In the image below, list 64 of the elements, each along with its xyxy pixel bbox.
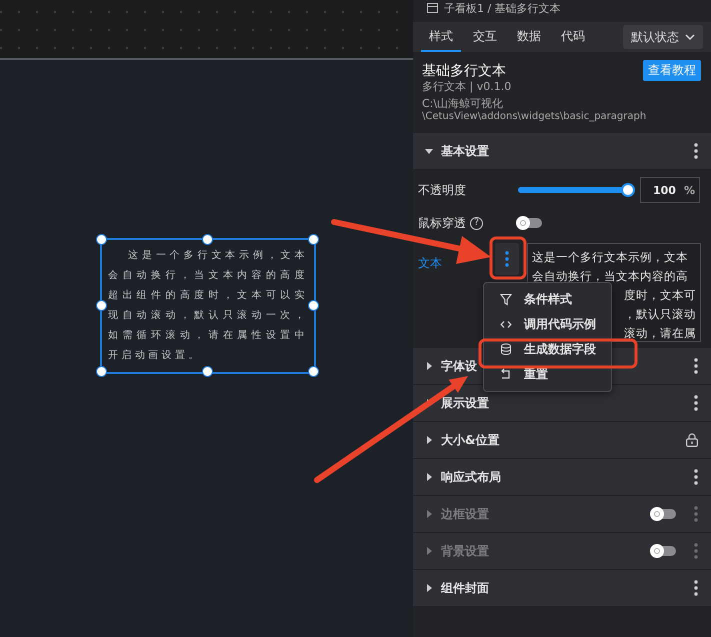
section-title: 边框设置 — [441, 506, 489, 522]
text-line: 会自动换行，当文本内容的高 — [532, 269, 688, 283]
resize-handle[interactable] — [96, 366, 106, 376]
section-title: 大小&位置 — [441, 432, 500, 448]
resize-handle[interactable] — [308, 366, 318, 376]
lock-icon — [686, 433, 698, 447]
tab[interactable]: 代码 — [553, 22, 593, 52]
section-title: 字体设 — [441, 358, 477, 374]
more-icon[interactable] — [694, 580, 698, 596]
resize-handle[interactable] — [308, 234, 318, 244]
tab[interactable]: 样式 — [421, 22, 461, 52]
highlight-frame — [490, 236, 526, 280]
component-path: C:\山海鲸可视化 — [422, 97, 504, 111]
more-icon[interactable] — [694, 143, 698, 159]
caret-down-icon[interactable] — [425, 147, 433, 155]
paragraph-text: 这是一个多行文本示例，文本会自动换行，当文本内容的高度超出组件的高度时，文本可以实现自动滚动，默认只滚动一次，如需循环滚动，请在属性设置中开启动画设置。 — [108, 248, 308, 363]
section-title: 展示设置 — [441, 394, 489, 412]
component-version: 多行文本 | v0.1.0 — [422, 80, 512, 94]
component-path: \CetusView\addons\widgets\basic_paragraph — [422, 111, 648, 123]
input-value: 100 — [653, 184, 676, 196]
component-name: 基础多行文本 — [422, 62, 506, 80]
caret-right-icon[interactable] — [425, 584, 433, 592]
caret-right-icon[interactable] — [425, 362, 433, 370]
field-label: 鼠标穿透 — [418, 214, 466, 232]
chevron-down-icon — [685, 34, 695, 40]
help-icon[interactable]: ? — [470, 216, 483, 230]
tab[interactable]: 交互 — [465, 22, 505, 52]
caret-right-icon[interactable] — [425, 473, 433, 481]
more-button[interactable] — [495, 243, 519, 275]
more-icon[interactable] — [694, 358, 698, 374]
slider-thumb[interactable] — [621, 183, 635, 197]
breadcrumb: 子看板1 / 基础多行文本 — [444, 0, 561, 16]
state-dropdown[interactable]: 默认状态 — [623, 25, 703, 49]
resize-handle[interactable] — [308, 300, 318, 310]
unit-label: % — [684, 184, 695, 196]
text-line: 度时，文本可 — [624, 287, 696, 304]
tab[interactable]: 数据 — [509, 22, 549, 52]
text-line: 滚动，请在属 — [624, 325, 696, 341]
more-icon[interactable] — [694, 395, 698, 411]
toggle-switch[interactable] — [518, 218, 542, 228]
resize-handle[interactable] — [202, 366, 212, 376]
resize-handle[interactable] — [202, 234, 212, 244]
more-icon — [505, 251, 509, 267]
reset-icon — [500, 368, 512, 381]
text-line: ，默认只滚动 — [624, 306, 696, 323]
text-line: 这是一个多行文本示例，文本 — [532, 250, 688, 264]
section-title: 基本设置 — [441, 142, 489, 160]
section-title: 组件封面 — [441, 580, 489, 596]
section-header[interactable]: 大小&位置 — [413, 422, 711, 459]
more-icon[interactable] — [694, 469, 698, 485]
caret-right-icon[interactable] — [425, 436, 433, 444]
board-icon — [427, 3, 438, 13]
section-header[interactable]: 组件封面 — [413, 570, 711, 607]
section-title: 响应式布局 — [441, 468, 501, 486]
field-label: 文本 — [418, 255, 443, 272]
resize-handle[interactable] — [96, 300, 106, 310]
database-icon — [500, 343, 512, 356]
filter-icon — [500, 293, 512, 306]
field-label: 不透明度 — [418, 182, 467, 198]
section-header[interactable]: 响应式布局 — [413, 459, 711, 496]
section-title: 背景设置 — [441, 542, 489, 560]
resize-handle[interactable] — [96, 234, 106, 244]
opacity-input[interactable]: 100 % — [640, 177, 700, 203]
section-header[interactable]: 基本设置 — [413, 133, 711, 170]
